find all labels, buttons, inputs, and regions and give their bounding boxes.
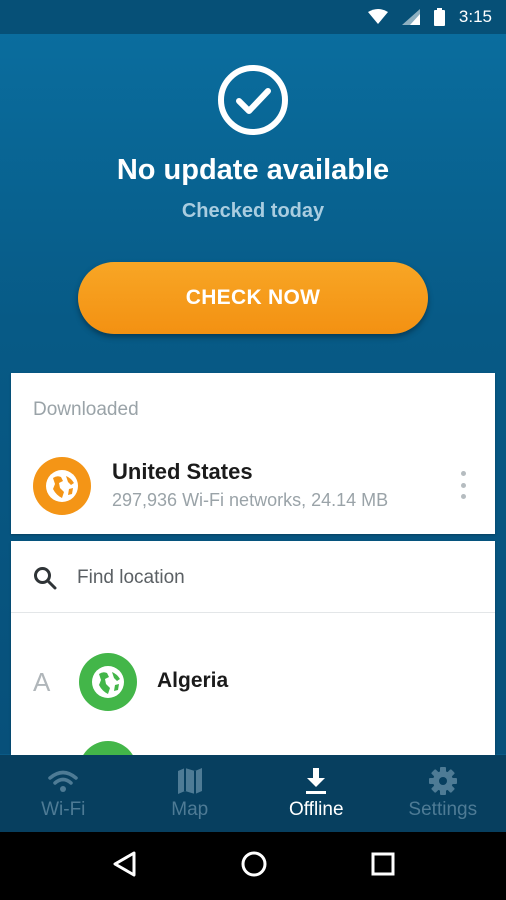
- status-bar: 3:15: [0, 0, 506, 34]
- signal-icon: [401, 9, 420, 25]
- country-meta: 297,936 Wi-Fi networks, 24.14 MB: [112, 490, 389, 510]
- globe-icon: [33, 457, 91, 515]
- tab-label: Offline: [288, 799, 344, 820]
- map-icon: [177, 767, 203, 795]
- downloaded-card: Downloaded United States 297,936 Wi-Fi n…: [11, 373, 495, 534]
- update-status-title: No update available: [116, 154, 390, 186]
- globe-icon: [79, 741, 137, 755]
- wifi-icon: [367, 9, 388, 25]
- globe-icon: [79, 653, 137, 711]
- recents-icon[interactable]: [371, 852, 395, 881]
- downloaded-section-label: Downloaded: [33, 399, 139, 420]
- tab-settings[interactable]: Settings: [380, 755, 506, 832]
- tab-offline[interactable]: Offline: [253, 755, 380, 832]
- home-icon[interactable]: [240, 850, 268, 883]
- search-icon: [33, 566, 57, 595]
- wifi-icon: [48, 767, 78, 795]
- tab-label: Map: [171, 799, 209, 820]
- check-now-button[interactable]: CHECK NOW: [78, 262, 428, 334]
- search-bar: [11, 541, 495, 613]
- tab-label: Settings: [408, 799, 478, 820]
- download-icon: [304, 767, 328, 795]
- battery-icon: [433, 8, 445, 26]
- status-time: 3:15: [458, 7, 492, 26]
- bottom-tab-bar: Wi-Fi Map Offline Settings: [0, 755, 506, 832]
- tab-wifi[interactable]: Wi-Fi: [0, 755, 127, 832]
- system-nav-bar: [0, 832, 506, 900]
- more-options-icon[interactable]: [457, 471, 469, 499]
- back-icon[interactable]: [111, 850, 137, 883]
- tab-map[interactable]: Map: [127, 755, 254, 832]
- gear-icon: [428, 767, 457, 795]
- country-name: United States: [112, 459, 253, 484]
- tab-label: Wi-Fi: [41, 799, 86, 820]
- find-location-input[interactable]: [77, 561, 457, 595]
- location-list-card: A Algeria: [11, 541, 495, 755]
- check-circle-icon: [217, 64, 289, 136]
- country-name: Algeria: [157, 669, 229, 692]
- letter-index: A: [33, 667, 51, 697]
- last-checked-text: Checked today: [181, 200, 325, 222]
